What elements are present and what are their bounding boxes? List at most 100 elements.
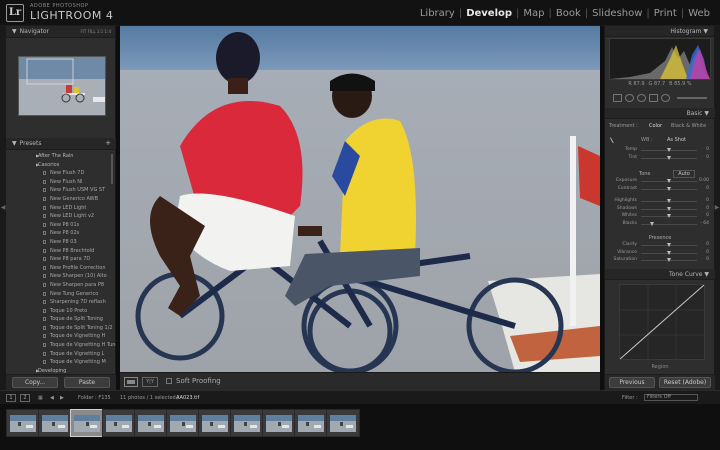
slider-knob[interactable] <box>650 221 655 226</box>
soft-proofing-checkbox[interactable] <box>166 378 172 384</box>
module-slideshow[interactable]: Slideshow <box>588 8 646 19</box>
filmstrip-thumbnail[interactable] <box>230 409 264 437</box>
file-name-label[interactable]: AA023.tif <box>176 395 199 401</box>
slider-value[interactable]: 0 <box>706 250 709 255</box>
tone-curve-graph[interactable] <box>619 284 705 360</box>
filmstrip-thumbnail[interactable] <box>38 409 72 437</box>
slider-value[interactable]: 0.00 <box>699 178 709 183</box>
navigator-header[interactable]: ▼ Navigator FIT FILL 1:1 1:4 <box>6 26 115 38</box>
preset-item[interactable]: New Sharpen (10) Alto <box>6 272 116 281</box>
histogram-graph[interactable] <box>609 38 711 80</box>
filter-dropdown[interactable]: Filters Off <box>644 394 698 401</box>
module-web[interactable]: Web <box>684 8 714 19</box>
preset-item[interactable]: Toque de Vignetting H Tunel <box>6 341 116 350</box>
slider-knob[interactable] <box>667 250 671 255</box>
paste-button[interactable]: Paste <box>64 377 110 388</box>
folder-triangle-icon[interactable]: ▶ <box>36 161 39 170</box>
slider-knob[interactable] <box>667 148 671 152</box>
preset-item[interactable]: Toque de Split Toning <box>6 315 116 324</box>
module-map[interactable]: Map <box>519 8 548 19</box>
basic-header[interactable]: Basic ▼ <box>605 108 715 119</box>
copy-button[interactable]: Copy... <box>12 377 58 388</box>
grid-view-icon[interactable]: ▦ <box>38 395 43 401</box>
slider-exposure[interactable]: Exposure 0.00 <box>605 178 715 185</box>
slider-shadows[interactable]: Shadows 0 <box>605 206 715 213</box>
slider-saturation[interactable]: Saturation 0 <box>605 257 715 264</box>
slider-knob[interactable] <box>667 214 671 218</box>
preset-item[interactable]: New P8 03 <box>6 238 116 247</box>
wb-value[interactable]: As Shot <box>667 137 686 143</box>
preset-item[interactable]: New Flush 7D <box>6 169 116 178</box>
before-after-toggle[interactable]: Y|Y <box>142 377 158 387</box>
preset-item[interactable]: New P8 02s <box>6 229 116 238</box>
preset-item[interactable]: New Generico AWB <box>6 195 116 204</box>
slider-value[interactable]: 0 <box>706 198 709 203</box>
preset-item[interactable]: New P8 01s <box>6 221 116 230</box>
slider-value[interactable]: 0 <box>706 206 709 211</box>
slider-value[interactable]: 0 <box>706 257 709 262</box>
screen-2-button[interactable]: 2 <box>20 394 30 402</box>
radial-filter-icon[interactable] <box>661 94 670 102</box>
preset-item[interactable]: New Tung Generico <box>6 290 116 299</box>
slider-temp[interactable]: Temp 0 <box>605 147 715 154</box>
filmstrip-thumbnail[interactable] <box>326 409 360 437</box>
preset-item[interactable]: Toque de Vignetting H <box>6 332 116 341</box>
filmstrip-thumbnail[interactable] <box>70 409 104 437</box>
module-develop[interactable]: Develop <box>462 8 516 19</box>
slider-clarity[interactable]: Clarity 0 <box>605 242 715 249</box>
module-print[interactable]: Print <box>650 8 681 19</box>
graduated-filter-icon[interactable] <box>649 94 658 102</box>
preset-item[interactable]: New Sharpen para P8 <box>6 281 116 290</box>
preset-folder[interactable]: ▶ After The Rain <box>6 152 116 161</box>
slider-knob[interactable] <box>667 206 671 211</box>
preset-item[interactable]: Toque de Vignetting M <box>6 358 116 367</box>
slider-value[interactable]: 0 <box>706 242 709 247</box>
preset-item[interactable]: New Profile Correction <box>6 264 116 273</box>
tone-auto-button[interactable]: Auto <box>673 170 695 178</box>
slider-knob[interactable] <box>667 243 671 247</box>
slider-contrast[interactable]: Contrast 0 <box>605 186 715 193</box>
add-preset-icon[interactable]: + <box>105 139 111 147</box>
preset-item[interactable]: Toque de Vignetting L <box>6 350 116 359</box>
screen-1-button[interactable]: 1 <box>6 394 16 402</box>
slider-whites[interactable]: Whites 0 <box>605 213 715 220</box>
slider-highlights[interactable]: Highlights 0 <box>605 198 715 205</box>
slider-blacks[interactable]: Blacks - 64 <box>605 221 715 228</box>
slider-tint[interactable]: Tint 0 <box>605 155 715 162</box>
slider-value[interactable]: 0 <box>706 186 709 191</box>
slider-value[interactable]: 0 <box>706 155 709 160</box>
navigator-zoom-options[interactable]: FIT FILL 1:1 1:4 <box>80 29 111 34</box>
slider-knob[interactable] <box>667 186 671 191</box>
preset-folder[interactable]: ▶ Casorios <box>6 161 116 170</box>
filmstrip-thumbnail[interactable] <box>262 409 296 437</box>
histogram-header[interactable]: Histogram ▼ <box>605 26 714 37</box>
preset-item[interactable]: New P8 Brechtold <box>6 247 116 256</box>
folder-triangle-icon[interactable]: ▶ <box>36 152 39 161</box>
preset-item[interactable]: New Flush NI <box>6 178 116 187</box>
back-arrow-icon[interactable]: ◀ <box>50 395 54 401</box>
slider-knob[interactable] <box>667 179 671 183</box>
slider-vibrance[interactable]: Vibrance 0 <box>605 250 715 257</box>
module-library[interactable]: Library <box>416 8 459 19</box>
previous-button[interactable]: Previous <box>609 377 655 388</box>
presets-scrollbar[interactable] <box>111 154 113 184</box>
tone-curve-header[interactable]: Tone Curve ▼ <box>605 269 715 280</box>
filmstrip-thumbnail[interactable] <box>134 409 168 437</box>
treatment-color-option[interactable]: Color <box>649 123 662 129</box>
spot-removal-icon[interactable] <box>625 94 634 102</box>
filmstrip-thumbnail[interactable] <box>6 409 40 437</box>
preset-item[interactable]: New LED Light <box>6 204 116 213</box>
slider-knob[interactable] <box>667 199 671 203</box>
preset-item[interactable]: New P8 para 7D <box>6 255 116 264</box>
crop-tool-icon[interactable] <box>613 94 622 102</box>
filmstrip-thumbnail[interactable] <box>294 409 328 437</box>
filmstrip-thumbnail[interactable] <box>198 409 232 437</box>
adjustment-brush-slider[interactable] <box>677 97 707 99</box>
white-balance-eyedropper-icon[interactable] <box>609 134 619 144</box>
loupe-view-icon[interactable] <box>124 377 138 387</box>
preset-item[interactable]: Sharpening 7D reflash <box>6 298 116 307</box>
navigator-preview[interactable] <box>18 56 106 116</box>
slider-knob[interactable] <box>667 155 671 160</box>
filmstrip-thumbnail[interactable] <box>102 409 136 437</box>
red-eye-icon[interactable] <box>637 94 646 102</box>
